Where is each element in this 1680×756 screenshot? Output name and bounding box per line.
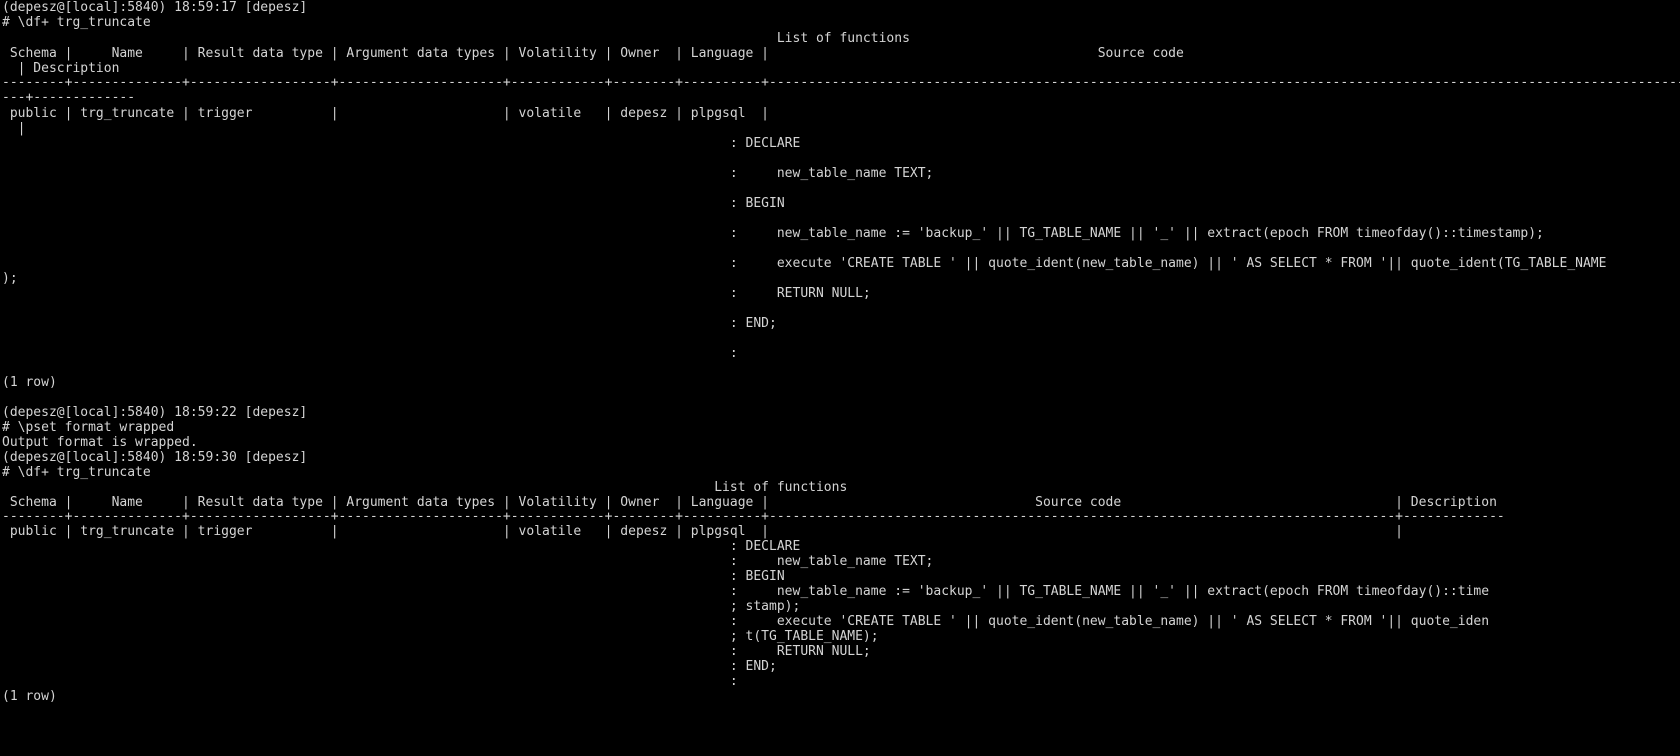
terminal-window[interactable]: (depesz@[local]:5840) 18:59:17 [depesz] … xyxy=(0,0,1680,756)
table-header: Schema | Name | Result data type | Argum… xyxy=(2,46,1184,61)
prompt-line: (depesz@[local]:5840) 18:59:30 [depesz] xyxy=(2,450,308,465)
source-line: : xyxy=(2,346,738,361)
table-separator-wrap: ---+------------- xyxy=(2,90,136,105)
row-count: (1 row) xyxy=(2,375,57,390)
prompt-line: (depesz@[local]:5840) 18:59:17 [depesz] xyxy=(2,0,308,15)
command-line: # \pset format wrapped xyxy=(2,420,175,435)
table-row-wrap: | xyxy=(2,121,26,136)
source-line: : BEGIN xyxy=(2,569,785,584)
source-line: : DECLARE xyxy=(2,136,801,151)
source-line: : RETURN NULL; xyxy=(2,644,871,659)
table-separator: --------+--------------+----------------… xyxy=(2,509,1505,524)
source-line-wrap: ); xyxy=(2,271,18,286)
row-count: (1 row) xyxy=(2,689,57,704)
source-line: : new_table_name := 'backup_' || TG_TABL… xyxy=(2,584,1490,599)
status-message: Output format is wrapped. xyxy=(2,435,198,450)
table-separator: --------+--------------+----------------… xyxy=(2,75,1680,90)
command-line: # \df+ trg_truncate xyxy=(2,465,151,480)
source-line: : BEGIN xyxy=(2,196,785,211)
source-line: : xyxy=(2,674,738,689)
source-line: : DECLARE xyxy=(2,539,801,554)
source-line: : execute 'CREATE TABLE ' || quote_ident… xyxy=(2,256,1607,271)
table-title: List of functions xyxy=(2,480,848,495)
source-line: : END; xyxy=(2,316,777,331)
source-line-wrap: ; t(TG_TABLE_NAME); xyxy=(2,629,879,644)
source-line: : new_table_name := 'backup_' || TG_TABL… xyxy=(2,226,1544,241)
source-line: : new_table_name TEXT; xyxy=(2,554,934,569)
source-line: : END; xyxy=(2,659,777,674)
table-row: public | trg_truncate | trigger | | vola… xyxy=(2,106,770,121)
source-line: : execute 'CREATE TABLE ' || quote_ident… xyxy=(2,614,1490,629)
table-row: public | trg_truncate | trigger | | vola… xyxy=(2,524,1403,539)
source-line: : RETURN NULL; xyxy=(2,286,871,301)
table-title: List of functions xyxy=(2,31,910,46)
source-line: : new_table_name TEXT; xyxy=(2,166,934,181)
source-line-wrap: ; stamp); xyxy=(2,599,801,614)
prompt-line: (depesz@[local]:5840) 18:59:22 [depesz] xyxy=(2,405,308,420)
command-line: # \df+ trg_truncate xyxy=(2,15,151,30)
